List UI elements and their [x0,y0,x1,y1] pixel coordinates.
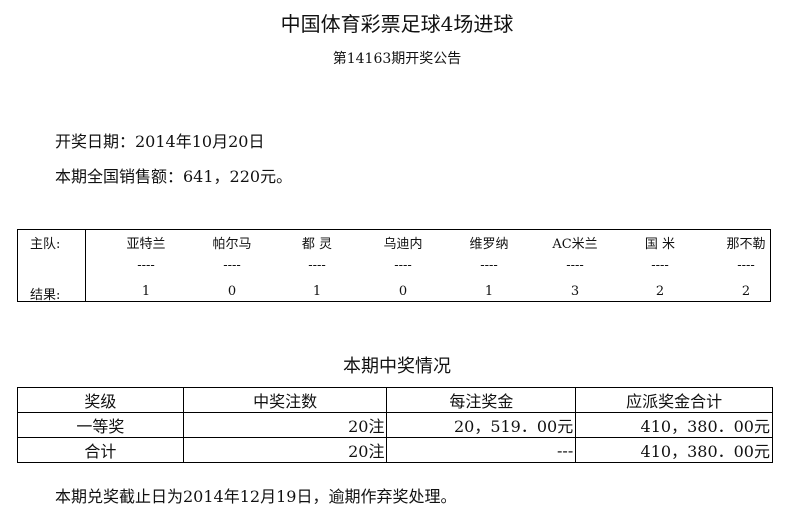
team-name: 国 米 [644,237,676,252]
match-results-table: 主队: 亚特兰 帕尔马 都 灵 乌迪内 维罗纳 AC米兰 国 米 那不勒 ---… [17,229,771,303]
home-team-label: 主队: [30,237,61,252]
home-team-row: 主队: 亚特兰 帕尔马 都 灵 乌迪内 维罗纳 AC米兰 国 米 那不勒 [18,233,770,252]
separator: ---- [308,258,326,273]
match-result: 0 [398,284,408,299]
team-name: 帕尔马 [212,237,252,252]
section-title: 本期中奖情况 [343,356,451,377]
separator: ---- [737,258,755,273]
prize-total: 410，380．00元 [575,412,773,438]
prize-total: 410，380．00元 [575,437,773,463]
team-name: 乌迪内 [383,237,423,252]
match-result: 1 [141,284,151,299]
header-cell: 中奖注数 [182,387,388,413]
header-cell: 应派奖金合计 [575,387,773,413]
team-name: 维罗纳 [469,237,509,252]
winner-count: 20注 [182,437,388,463]
match-result: 2 [741,284,751,299]
match-result: 0 [227,284,237,299]
header-cell: 奖级 [17,387,184,413]
match-result: 3 [570,284,580,299]
team-name: 亚特兰 [126,237,166,252]
separator: ---- [394,258,412,273]
claim-deadline-note: 本期兑奖截止日为2014年12月19日，逾期作弃奖处理。 [55,487,457,506]
prize-header-row: 奖级 中奖注数 每注奖金 应派奖金合计 [17,387,773,413]
match-result: 1 [484,284,494,299]
table-row: 合计 20注 --- 410，380．00元 [17,437,773,463]
separator: ---- [480,258,498,273]
prize-level: 合计 [17,437,184,463]
result-label: 结果: [30,288,61,303]
separator-row: ---- ---- ---- ---- ---- ---- ---- ---- [18,258,770,276]
header-cell: 每注奖金 [386,387,577,413]
winner-count: 20注 [182,412,388,438]
separator: ---- [651,258,669,273]
result-row: 结果: 1 0 1 0 1 3 2 2 [18,284,770,303]
page-title: 中国体育彩票足球4场进球 [280,12,514,36]
match-result: 1 [312,284,322,299]
draw-date: 开奖日期：2014年10月20日 [55,132,265,151]
team-name: 那不勒 [726,237,766,252]
issue-subtitle: 第14163期开奖公告 [332,51,462,67]
team-name: AC米兰 [552,237,598,252]
match-result: 2 [655,284,665,299]
separator: ---- [137,258,155,273]
prize-per-winner: 20，519．00元 [386,412,577,438]
separator: ---- [566,258,584,273]
prize-level: 一等奖 [17,412,184,438]
team-name: 都 灵 [301,237,333,252]
prize-per-winner: --- [386,437,577,463]
sales-amount: 本期全国销售额：641，220元。 [55,167,293,186]
separator: ---- [223,258,241,273]
prize-table: 奖级 中奖注数 每注奖金 应派奖金合计 一等奖 20注 20，519．00元 4… [17,387,773,463]
table-row: 一等奖 20注 20，519．00元 410，380．00元 [17,412,773,438]
